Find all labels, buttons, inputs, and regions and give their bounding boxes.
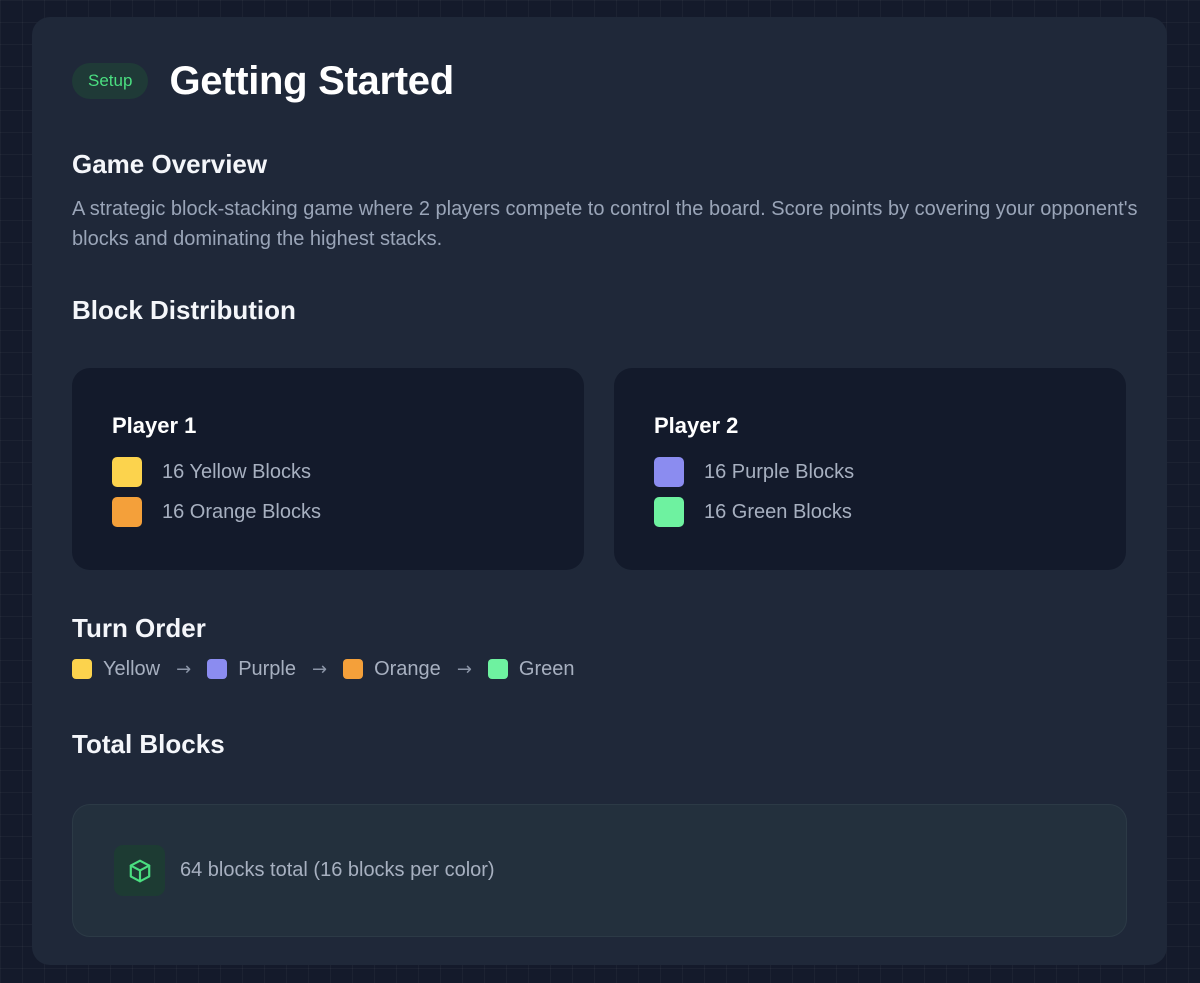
game-overview-text: A strategic block-stacking game where 2 … bbox=[72, 198, 1138, 250]
page-title: Getting Started bbox=[169, 58, 454, 103]
turn-step-label: Green bbox=[518, 657, 575, 680]
arrow-right-icon: → bbox=[456, 658, 472, 680]
total-blocks-box: 64 blocks total (16 blocks per color) bbox=[72, 804, 1127, 937]
purple-swatch-icon bbox=[654, 457, 684, 487]
turn-step-label: Purple bbox=[238, 657, 296, 680]
player-1-card: Player 1 16 Yellow Blocks 16 Orange Bloc… bbox=[72, 368, 584, 570]
game-overview-title: Game Overview bbox=[72, 149, 268, 179]
green-swatch-icon bbox=[654, 497, 684, 527]
turn-step-label: Orange bbox=[374, 657, 441, 680]
arrow-right-icon: → bbox=[176, 658, 192, 680]
yellow-swatch-icon bbox=[72, 659, 92, 679]
yellow-swatch-icon bbox=[112, 457, 142, 487]
header: Setup Getting Started bbox=[72, 58, 1127, 103]
player-2-block-label: 16 Purple Blocks bbox=[704, 460, 855, 483]
green-swatch-icon bbox=[487, 659, 508, 679]
turn-step-label: Yellow bbox=[103, 657, 161, 680]
turn-order-sequence: Yellow → Purple → Orange → Green bbox=[72, 654, 1127, 684]
player-1-block-row-yellow: 16 Yellow Blocks bbox=[112, 456, 544, 488]
player-cards: Player 1 16 Yellow Blocks 16 Orange Bloc… bbox=[72, 368, 1127, 570]
player-1-block-label: 16 Yellow Blocks bbox=[162, 460, 311, 483]
player-1-name: Player 1 bbox=[112, 413, 197, 438]
setup-badge: Setup bbox=[72, 63, 149, 99]
getting-started-card: Setup Getting Started Game Overview A st… bbox=[32, 17, 1167, 965]
player-2-block-label: 16 Green Blocks bbox=[704, 500, 852, 523]
player-2-block-row-green: 16 Green Blocks bbox=[654, 496, 1086, 528]
cube-icon bbox=[114, 845, 165, 896]
purple-swatch-icon bbox=[207, 659, 228, 679]
total-blocks-title: Total Blocks bbox=[72, 729, 225, 759]
player-2-card: Player 2 16 Purple Blocks 16 Green Block… bbox=[614, 368, 1126, 570]
turn-order-title: Turn Order bbox=[72, 613, 206, 643]
arrow-right-icon: → bbox=[312, 658, 328, 680]
total-blocks-text: 64 blocks total (16 blocks per color) bbox=[180, 859, 495, 881]
player-2-block-row-purple: 16 Purple Blocks bbox=[654, 456, 1086, 488]
player-1-block-label: 16 Orange Blocks bbox=[162, 500, 321, 523]
player-1-block-row-orange: 16 Orange Blocks bbox=[112, 496, 544, 528]
orange-swatch-icon bbox=[112, 497, 142, 527]
orange-swatch-icon bbox=[343, 659, 364, 679]
block-distribution-title: Block Distribution bbox=[72, 295, 296, 325]
player-2-name: Player 2 bbox=[654, 413, 739, 438]
